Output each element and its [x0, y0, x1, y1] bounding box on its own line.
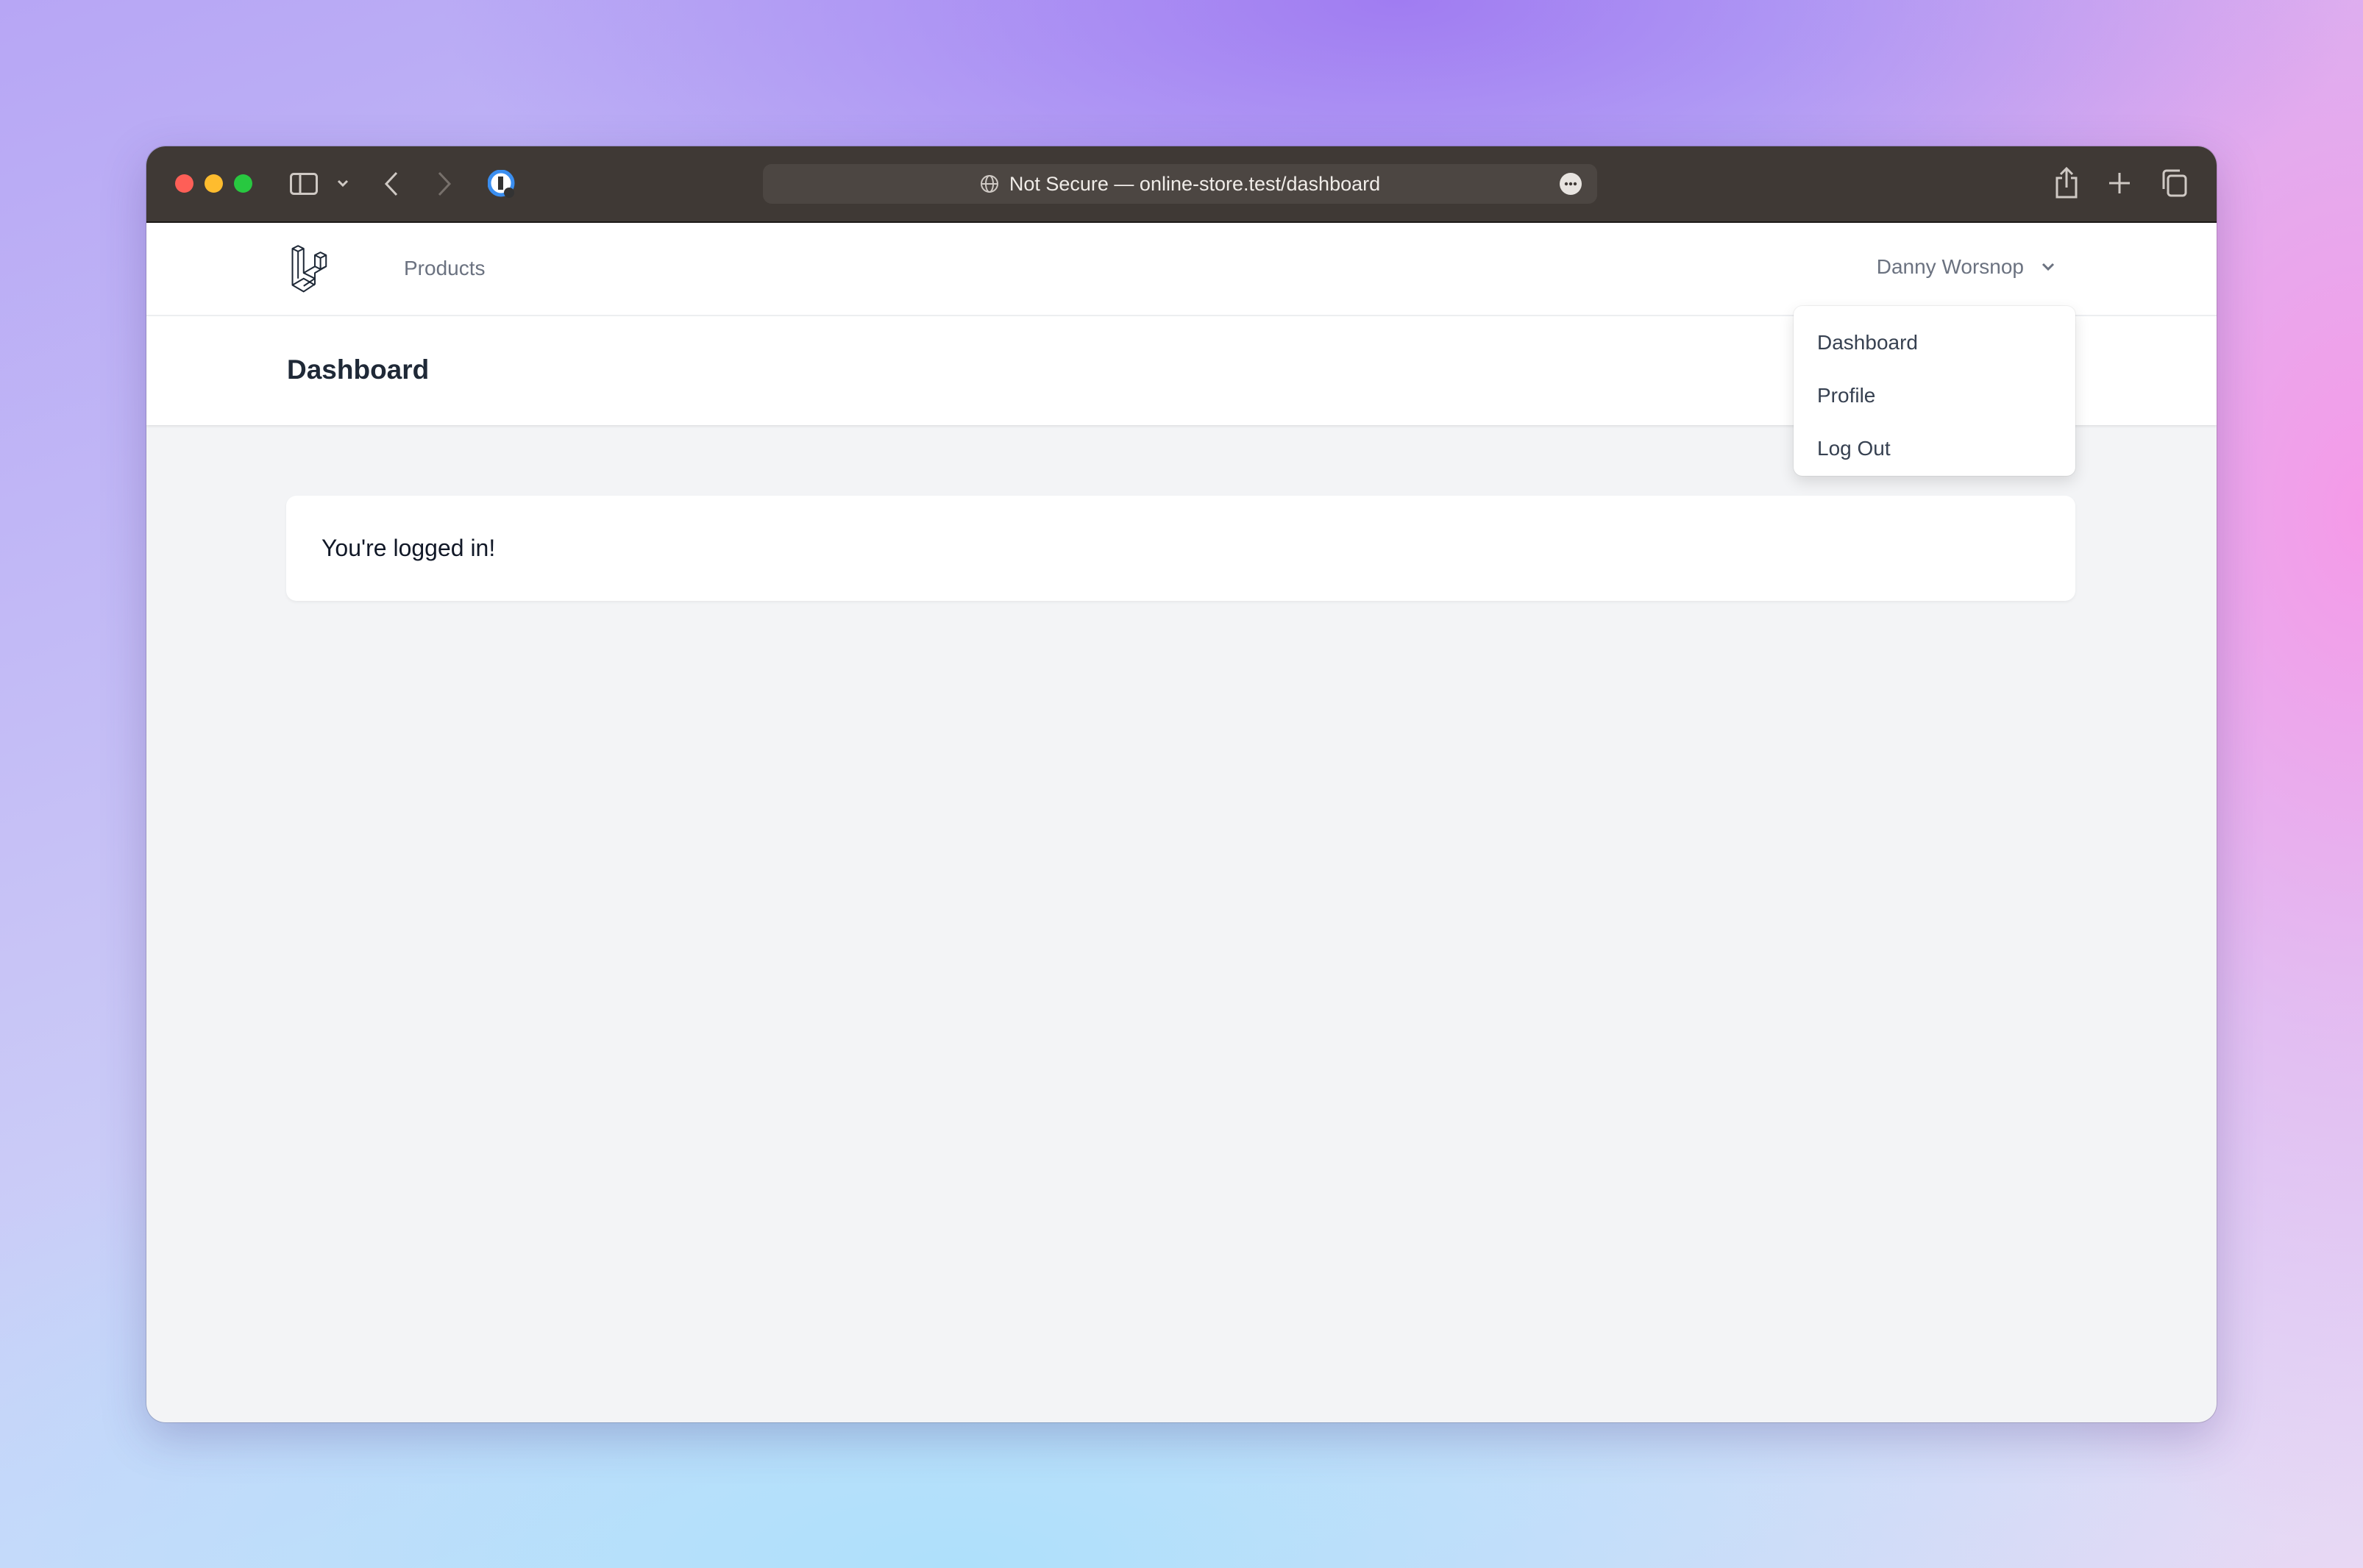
browser-toolbar: Not Secure — online-store.test/dashboard — [146, 146, 2217, 223]
forward-icon[interactable] — [436, 171, 452, 197]
back-icon[interactable] — [383, 171, 399, 197]
minimize-button[interactable] — [205, 174, 223, 193]
dropdown-item-log-out[interactable]: Log Out — [1794, 422, 2075, 475]
chevron-down-icon[interactable] — [336, 179, 349, 189]
close-button[interactable] — [175, 174, 193, 193]
globe-icon — [980, 175, 998, 193]
laravel-logo[interactable] — [291, 245, 339, 293]
tabs-overview-icon[interactable] — [2161, 168, 2189, 198]
top-navigation: Products Danny Worsnop — [146, 223, 2217, 316]
browser-window: Not Secure — online-store.test/dashboard… — [146, 146, 2217, 1422]
new-tab-icon[interactable] — [2108, 171, 2131, 195]
address-text: Not Secure — online-store.test/dashboard — [1009, 172, 1381, 195]
zoom-button[interactable] — [234, 174, 252, 193]
nav-link-products[interactable]: Products — [404, 257, 486, 280]
user-dropdown-menu: Dashboard Profile Log Out — [1794, 306, 2075, 476]
chevron-down-icon — [2042, 263, 2055, 271]
more-icon[interactable] — [1559, 172, 1582, 196]
user-name: Danny Worsnop — [1876, 255, 2024, 278]
sidebar-icon[interactable] — [290, 173, 318, 195]
status-card: You're logged in! — [286, 496, 2075, 601]
password-manager-icon[interactable] — [488, 170, 517, 199]
address-bar[interactable]: Not Secure — online-store.test/dashboard — [763, 164, 1597, 204]
dropdown-item-dashboard[interactable]: Dashboard — [1794, 316, 2075, 369]
dropdown-item-profile[interactable]: Profile — [1794, 369, 2075, 422]
user-menu-button[interactable]: Danny Worsnop — [1877, 255, 2055, 279]
share-icon[interactable] — [2054, 167, 2079, 199]
page-title: Dashboard — [287, 354, 430, 385]
status-message: You're logged in! — [321, 535, 496, 561]
